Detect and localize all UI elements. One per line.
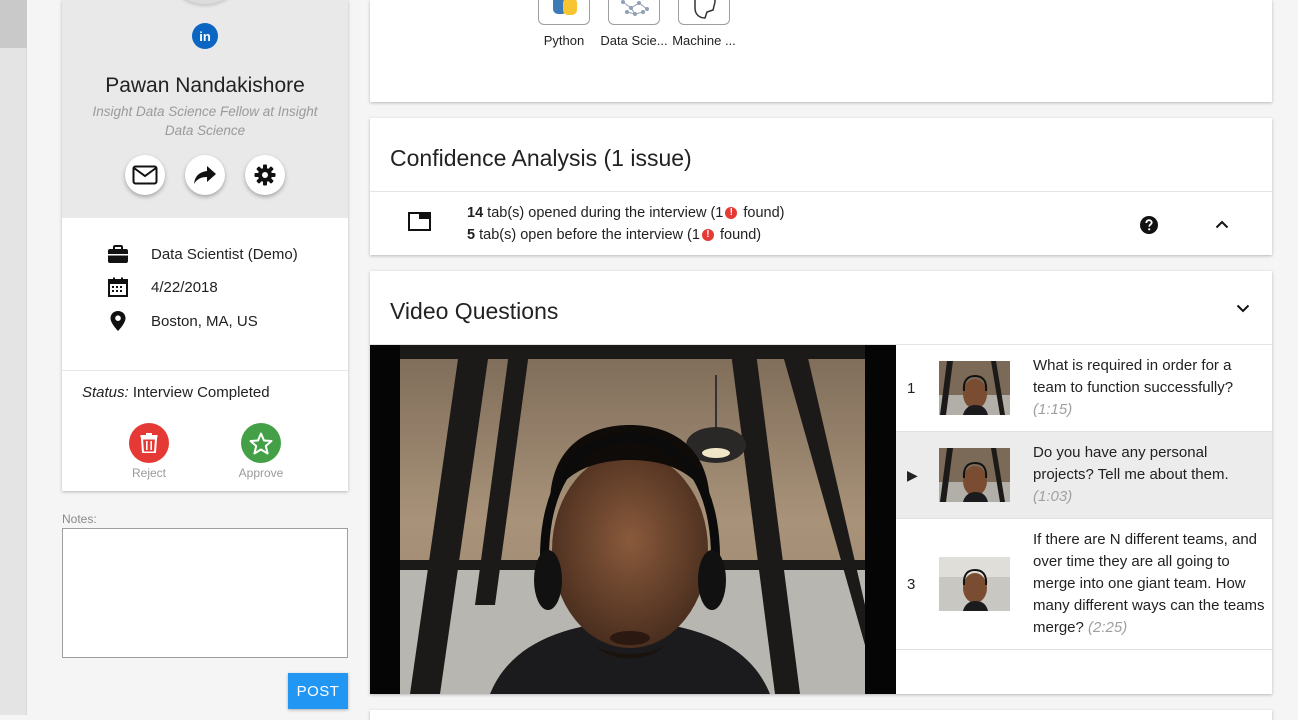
status-line: Status: Interview Completed (82, 384, 270, 401)
reject-label: Reject (131, 466, 166, 480)
question-duration: (1:15) (1033, 401, 1073, 418)
skills-card: Python Data Scie... Machine ... (370, 0, 1272, 102)
skill-name: Data Scie... (600, 33, 668, 48)
video-player[interactable] (370, 345, 896, 694)
post-button[interactable]: POST (288, 673, 348, 709)
notes-input[interactable] (62, 528, 348, 658)
question-text: If there are N different teams, and over… (1033, 531, 1265, 636)
browser-tab-icon (408, 212, 431, 231)
chevron-up-icon[interactable] (1215, 220, 1229, 229)
approve-action[interactable]: Approve (231, 423, 291, 480)
notes-label: Notes: (62, 512, 97, 526)
question-item[interactable]: 3 If there are N different teams, and ov… (896, 519, 1272, 650)
question-item-active[interactable]: ▶ Do you have any personal projects? Tel… (896, 432, 1272, 519)
location: Boston, MA, US (151, 313, 258, 330)
next-card (370, 710, 1272, 720)
video-questions-title: Video Questions (390, 298, 559, 324)
question-item[interactable]: 1 What is required in order for a team t… (896, 345, 1272, 432)
tabs-during-line: 14 tab(s) opened during the interview (1… (467, 205, 785, 221)
tabs-during-suffix: found) (743, 205, 785, 221)
video-frame[interactable] (400, 345, 865, 694)
alert-icon: ! (701, 229, 714, 241)
divider (62, 370, 348, 371)
job-row: Data Scientist (Demo) (106, 243, 298, 265)
profile-card: in Pawan Nandakishore Insight Data Scien… (62, 0, 348, 491)
question-duration: (2:25) (1088, 619, 1128, 636)
envelope-icon (132, 165, 158, 185)
alert-icon: ! (725, 207, 738, 219)
approve-label: Approve (238, 466, 284, 480)
question-list: 1 What is required in order for a team t… (896, 345, 1272, 694)
question-text: What is required in order for a team to … (1033, 357, 1234, 396)
confidence-card: Confidence Analysis (1 issue) 14 tab(s) … (370, 118, 1272, 255)
divider (370, 191, 1272, 192)
question-text-block: What is required in order for a team to … (1033, 355, 1268, 421)
star-icon (249, 432, 273, 454)
status-label: Status: (82, 384, 129, 401)
edge-tab[interactable] (0, 0, 27, 48)
network-icon (608, 0, 660, 25)
skill-machine-learning[interactable]: Machine ... (669, 0, 739, 48)
approve-button[interactable] (241, 423, 281, 463)
trash-icon (140, 433, 158, 453)
question-thumbnail[interactable] (939, 557, 1010, 611)
skill-name: Machine ... (672, 33, 736, 48)
question-duration: (1:03) (1033, 488, 1073, 505)
location-row: Boston, MA, US (106, 310, 258, 332)
python-logo-icon (538, 0, 590, 25)
chevron-down-icon[interactable] (1236, 304, 1250, 313)
tabs-before-count: 5 (467, 227, 476, 243)
settings-button[interactable] (245, 155, 285, 195)
confidence-title: Confidence Analysis (1 issue) (390, 145, 692, 171)
linkedin-icon[interactable]: in (192, 23, 218, 49)
question-text-block: Do you have any personal projects? Tell … (1033, 442, 1268, 508)
status-value: Interview Completed (132, 384, 270, 401)
avatar (165, 0, 245, 4)
candidate-name: Pawan Nandakishore (105, 74, 305, 97)
job-title: Data Scientist (Demo) (151, 245, 298, 263)
calendar-icon (108, 277, 128, 297)
share-button[interactable] (185, 155, 225, 195)
gear-icon (254, 164, 276, 186)
question-text: Do you have any personal projects? Tell … (1033, 444, 1229, 483)
share-arrow-icon (194, 166, 216, 184)
help-icon[interactable] (1140, 216, 1158, 234)
map-pin-icon (110, 311, 126, 331)
linkedin-label: in (199, 28, 211, 44)
question-thumbnail[interactable] (939, 448, 1010, 502)
tabs-during-text: tab(s) opened during the interview (1 (487, 205, 724, 221)
video-questions-card: Video Questions 1 What is required in or… (370, 271, 1272, 694)
question-text-block: If there are N different teams, and over… (1033, 529, 1268, 639)
brain-icon (678, 0, 730, 25)
briefcase-icon (108, 245, 128, 263)
interview-date: 4/22/2018 (151, 278, 218, 296)
reject-button[interactable] (129, 423, 169, 463)
tabs-before-line: 5 tab(s) open before the interview (1! f… (467, 227, 761, 243)
skill-python[interactable]: Python (529, 0, 599, 48)
tabs-before-suffix: found) (719, 227, 762, 243)
skill-name: Python (543, 33, 585, 48)
reject-action[interactable]: Reject (119, 423, 179, 480)
candidate-headline: Insight Data Science Fellow at Insight D… (92, 104, 318, 138)
question-thumbnail[interactable] (939, 361, 1010, 415)
tabs-before-text: tab(s) open before the interview (1 (479, 227, 700, 243)
email-button[interactable] (125, 155, 165, 195)
question-number: 1 (907, 380, 916, 397)
profile-header: in Pawan Nandakishore Insight Data Scien… (62, 0, 348, 218)
question-number: 3 (907, 576, 916, 593)
play-indicator-icon: ▶ (907, 467, 918, 483)
left-edge-bar (0, 0, 27, 715)
skill-data-science[interactable]: Data Scie... (599, 0, 669, 48)
tabs-during-count: 14 (467, 205, 484, 221)
date-row: 4/22/2018 (106, 276, 218, 298)
